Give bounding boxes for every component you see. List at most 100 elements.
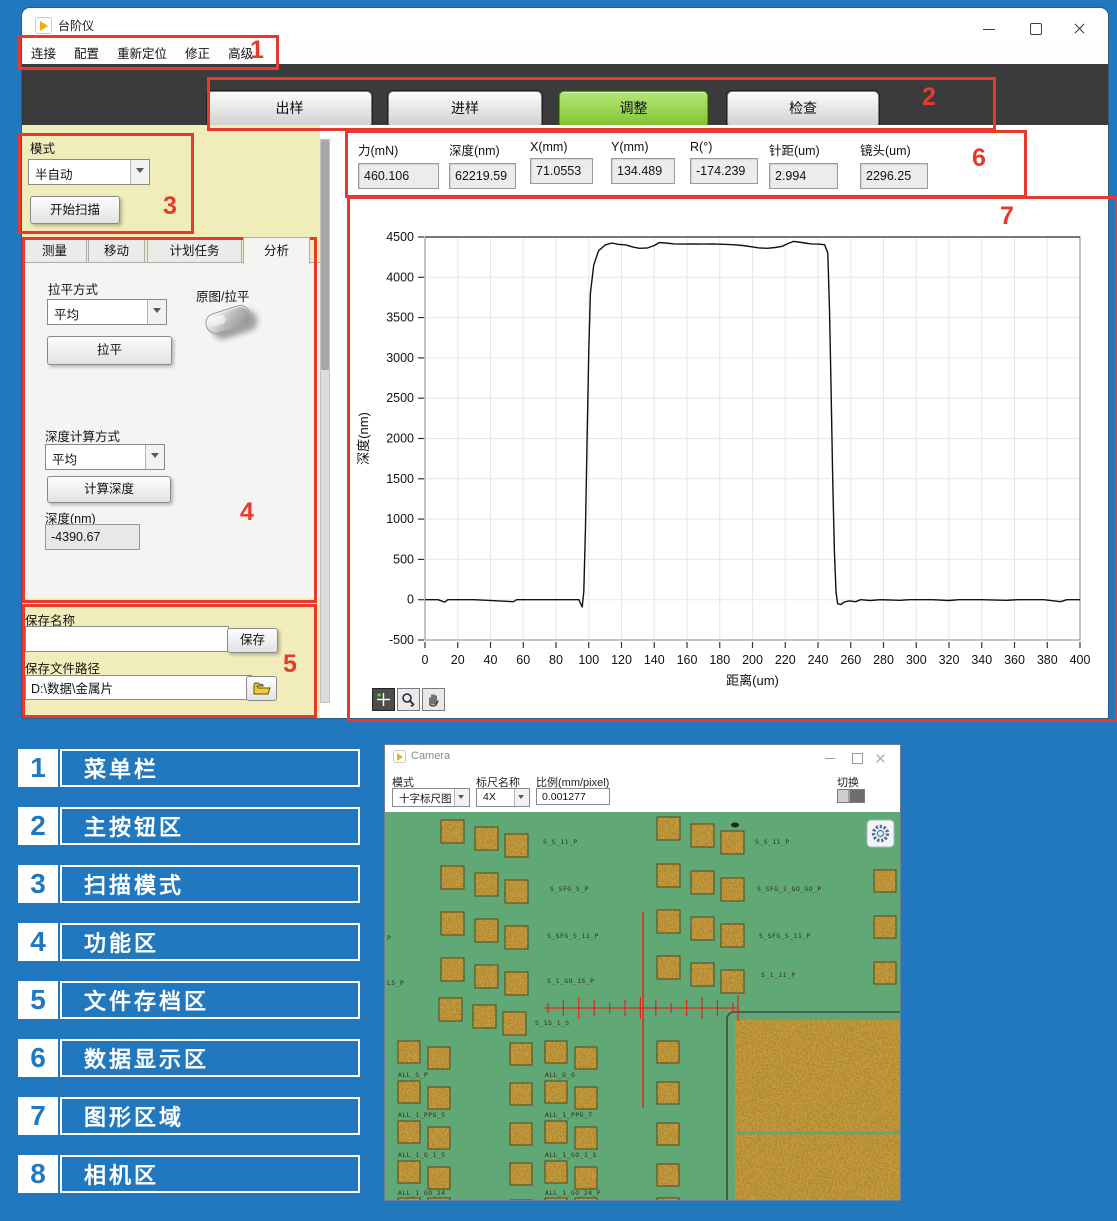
- screenshot-stage: 台阶仪 连接 配置 重新定位 修正 高级 出样 进样 调整 检查 模式 半自动: [0, 0, 1117, 1221]
- svg-text:320: 320: [939, 653, 960, 667]
- readout-y: Y(mm) 134.489: [611, 140, 675, 184]
- legend-item-data-display: 6 数据显示区: [18, 1039, 338, 1077]
- switch-label: 切换: [837, 774, 859, 790]
- graph-widget: 0204060801001201401601802002202402602803…: [352, 200, 1105, 712]
- camera-mode-dropdown[interactable]: 十字标尺图: [392, 788, 470, 807]
- folder-icon: [253, 682, 271, 695]
- adjust-button[interactable]: 调整: [559, 91, 708, 128]
- titlebar: 台阶仪: [22, 8, 1108, 40]
- legend-item-graph-area: 7 图形区域: [18, 1097, 338, 1135]
- svg-text:100: 100: [578, 653, 599, 667]
- svg-text:300: 300: [906, 653, 927, 667]
- svg-text:60: 60: [516, 653, 530, 667]
- maximize-button[interactable]: [1020, 21, 1050, 37]
- svg-text:160: 160: [677, 653, 698, 667]
- minimize-icon: [983, 29, 995, 30]
- svg-text:280: 280: [873, 653, 894, 667]
- legend-item-camera-area: 8 相机区: [18, 1155, 338, 1193]
- inspect-button[interactable]: 检查: [727, 91, 879, 128]
- svg-text:500: 500: [393, 552, 414, 566]
- camera-settings-button: [867, 820, 894, 847]
- unload-sample-button[interactable]: 出样: [207, 91, 372, 128]
- svg-text:深度(nm): 深度(nm): [356, 412, 371, 465]
- maximize-icon: [852, 753, 863, 764]
- flatten-button[interactable]: 拉平: [47, 336, 172, 365]
- readout-lens: 镜头(um) 2296.25: [860, 140, 928, 189]
- save-name-input[interactable]: [25, 626, 229, 652]
- calc-depth-button[interactable]: 计算深度: [47, 476, 171, 503]
- camera-window: Camera 模式 十字标尺图 标尺名称 4X 比例(mm/pixel) 0.0…: [385, 745, 900, 1200]
- camera-minimize-button[interactable]: [820, 752, 842, 764]
- svg-text:ALL_S_P: ALL_S_P: [398, 1071, 428, 1079]
- camera-switch-toggle[interactable]: [837, 789, 865, 803]
- depth-method-dropdown[interactable]: 平均: [45, 444, 165, 470]
- readout-x: X(mm) 71.0553: [530, 140, 593, 184]
- svg-text:80: 80: [549, 653, 563, 667]
- svg-text:340: 340: [971, 653, 992, 667]
- svg-text:20: 20: [451, 653, 465, 667]
- scale-input[interactable]: 0.001277: [536, 788, 610, 805]
- menu-correct[interactable]: 修正: [177, 40, 218, 65]
- save-path-input[interactable]: D:\数据\金属片: [25, 675, 252, 700]
- camera-live-view: S_S_11_PS_S_11_PS_SFG_S_PS_SFG_1_GO_GO_P…: [385, 812, 900, 1200]
- camera-close-button[interactable]: [870, 752, 892, 764]
- svg-text:40: 40: [484, 653, 498, 667]
- scrollbar-thumb[interactable]: [321, 140, 329, 370]
- minimize-button[interactable]: [974, 21, 1004, 37]
- close-button[interactable]: [1064, 21, 1094, 37]
- readout-stylus-gap: 针距(um) 2.994: [769, 140, 838, 189]
- svg-text:LS_P: LS_P: [387, 979, 404, 987]
- analysis-tab-panel: 拉平方式 平均 原图/拉平 拉平 深度计算方式 平均 计算深度 深度(nm): [22, 262, 320, 598]
- hand-tool-icon[interactable]: [422, 688, 445, 711]
- main-window: 台阶仪 连接 配置 重新定位 修正 高级 出样 进样 调整 检查 模式 半自动: [22, 8, 1108, 718]
- svg-text:S_S_11_P: S_S_11_P: [755, 838, 790, 846]
- svg-text:2000: 2000: [386, 432, 414, 446]
- chevron-down-icon: [130, 160, 149, 184]
- svg-text:ALL_1_G_1_S: ALL_1_G_1_S: [398, 1151, 445, 1159]
- readout-force: 力(mN) 460.106: [358, 140, 439, 189]
- svg-text:0: 0: [407, 593, 414, 607]
- svg-text:S_SFG_1_GO_GO_P: S_SFG_1_GO_GO_P: [757, 885, 822, 893]
- save-button[interactable]: 保存: [227, 628, 278, 653]
- camera-maximize-button[interactable]: [846, 752, 868, 764]
- svg-text:380: 380: [1037, 653, 1058, 667]
- legend-item-main-buttons: 2 主按钮区: [18, 807, 338, 845]
- orig-flat-toggle[interactable]: [203, 302, 253, 336]
- left-panel-scrollbar[interactable]: [320, 139, 330, 703]
- load-sample-button[interactable]: 进样: [388, 91, 542, 128]
- crosshair-tool-icon[interactable]: [372, 688, 395, 711]
- left-panel: 模式 半自动 开始扫描 测量 移动 计划任务 分析 拉平方式 平均: [22, 125, 320, 718]
- svg-text:距离(um): 距离(um): [726, 673, 779, 688]
- ruler-name-dropdown[interactable]: 4X: [476, 788, 530, 807]
- menu-relocate[interactable]: 重新定位: [109, 40, 175, 65]
- tab-measure[interactable]: 测量: [22, 239, 87, 264]
- menu-config[interactable]: 配置: [66, 40, 107, 65]
- orig-flat-label: 原图/拉平: [196, 286, 249, 305]
- svg-text:260: 260: [840, 653, 861, 667]
- chevron-down-icon: [145, 445, 164, 469]
- flatten-method-dropdown[interactable]: 平均: [47, 299, 167, 325]
- svg-text:2500: 2500: [386, 391, 414, 405]
- svg-text:1500: 1500: [386, 472, 414, 486]
- chevron-down-icon: [514, 789, 529, 806]
- menu-connect[interactable]: 连接: [23, 40, 64, 65]
- start-scan-button[interactable]: 开始扫描: [30, 196, 120, 224]
- menubar: 连接 配置 重新定位 修正 高级: [22, 40, 1108, 65]
- window-content: 模式 半自动 开始扫描 测量 移动 计划任务 分析 拉平方式 平均: [22, 125, 1108, 718]
- readout-r: R(°) -174.239: [690, 140, 758, 184]
- svg-text:4500: 4500: [386, 230, 414, 244]
- tab-analysis[interactable]: 分析: [243, 237, 310, 264]
- browse-folder-button[interactable]: [246, 676, 277, 701]
- window-title: 台阶仪: [58, 17, 94, 34]
- main-toolbar: 出样 进样 调整 检查: [22, 64, 1108, 125]
- legend: 1 菜单栏 2 主按钮区 3 扫描模式 4 功能区 5 文件存档区 6 数据显示…: [18, 749, 338, 1213]
- tab-tasks[interactable]: 计划任务: [147, 239, 242, 264]
- mode-dropdown[interactable]: 半自动: [28, 159, 150, 185]
- menu-advanced[interactable]: 高级: [220, 40, 261, 65]
- svg-text:360: 360: [1004, 653, 1025, 667]
- magnifier-tool-icon[interactable]: [397, 688, 420, 711]
- svg-text:1000: 1000: [386, 512, 414, 526]
- tab-move[interactable]: 移动: [88, 239, 145, 264]
- svg-text:400: 400: [1070, 653, 1091, 667]
- svg-text:ALL_1_GO_1_S: ALL_1_GO_1_S: [545, 1151, 597, 1159]
